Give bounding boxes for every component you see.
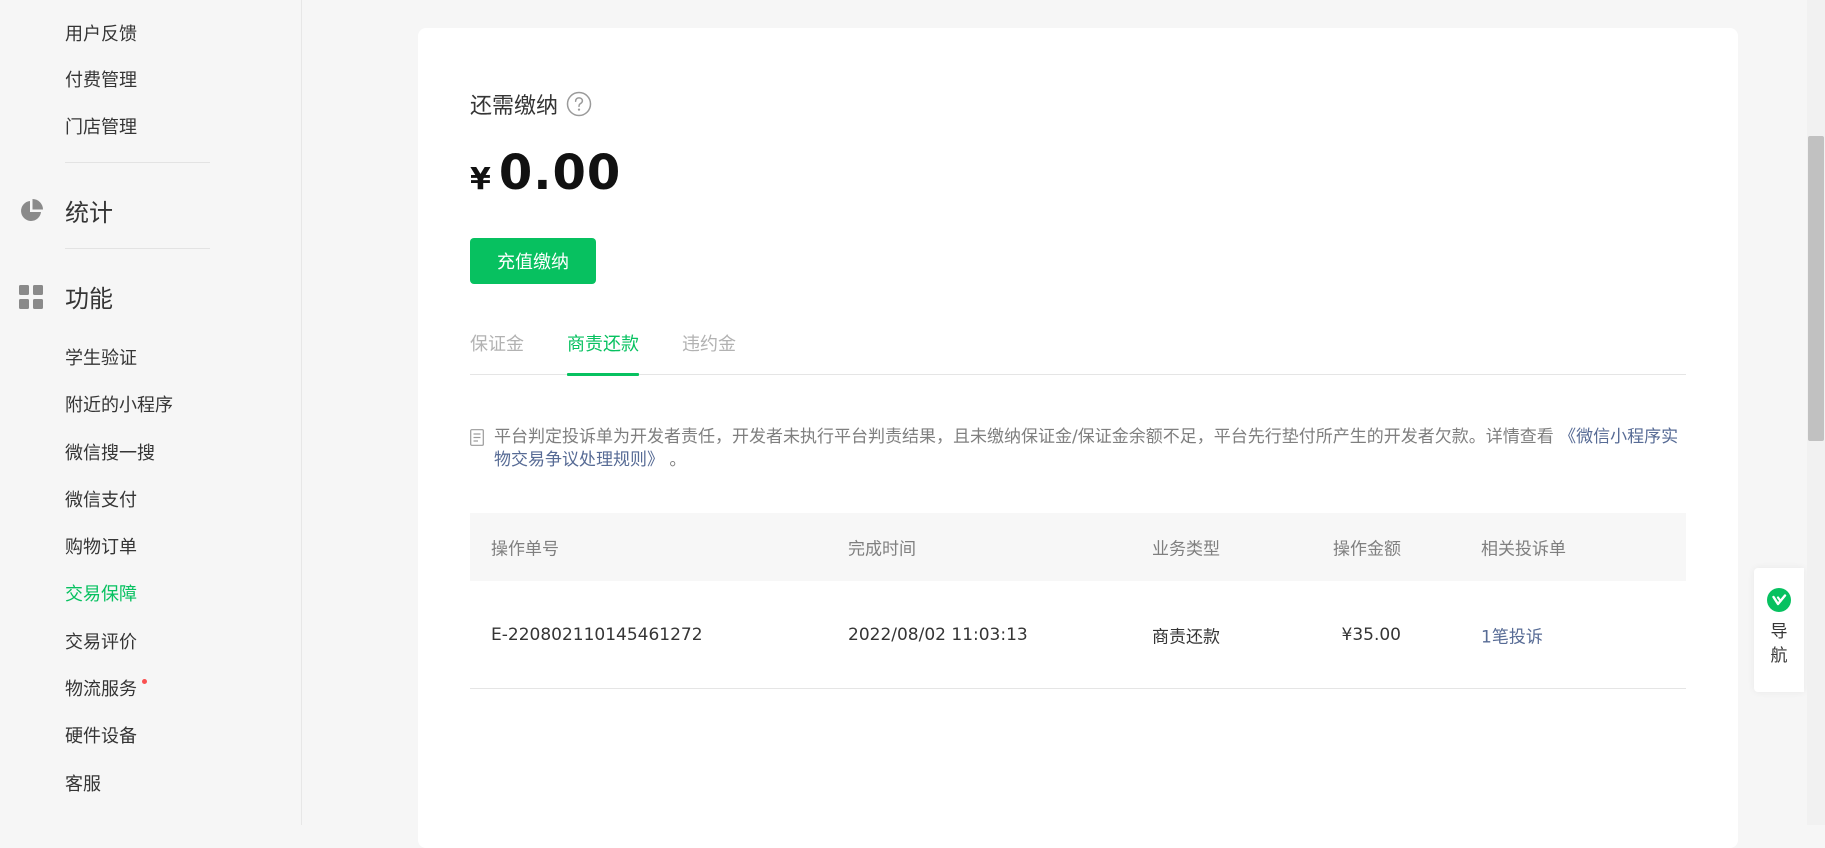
grid-icon bbox=[19, 284, 43, 309]
main-card: 还需缴纳 ¥ 0.00 充值缴纳 保证金 商责还款 违约金 平台判定投诉单为开发… bbox=[418, 28, 1738, 848]
nav-logo-icon bbox=[1767, 588, 1791, 612]
amount-due-heading: 还需缴纳 bbox=[470, 88, 592, 120]
table-header: 操作单号 完成时间 业务类型 操作金额 相关投诉单 bbox=[470, 513, 1686, 581]
notice-body: 平台判定投诉单为开发者责任，开发者未执行平台判责结果，且未缴纳保证金/保证金余额… bbox=[494, 427, 1554, 447]
sidebar: 用户反馈 付费管理 门店管理 统计 功能 学生验证 附近的小程序 微信搜一搜 微… bbox=[0, 0, 302, 825]
pie-chart-icon bbox=[21, 198, 43, 221]
tab-penalty[interactable]: 违约金 bbox=[682, 328, 736, 375]
sidebar-section-functions[interactable]: 功能 bbox=[18, 279, 113, 314]
records-table: 操作单号 完成时间 业务类型 操作金额 相关投诉单 E-220802110145… bbox=[470, 513, 1686, 689]
sidebar-divider bbox=[65, 248, 210, 249]
question-circle-icon[interactable] bbox=[566, 91, 592, 117]
sidebar-item-trade-reviews[interactable]: 交易评价 bbox=[65, 631, 137, 655]
header-order-no: 操作单号 bbox=[491, 539, 559, 560]
sidebar-section-label: 功能 bbox=[65, 285, 113, 313]
tab-bar: 保证金 商责还款 违约金 bbox=[470, 328, 1686, 376]
cell-business-type: 商责还款 bbox=[1152, 627, 1220, 647]
sidebar-item-customer-service[interactable]: 客服 bbox=[65, 773, 101, 797]
amount-number: 0.00 bbox=[498, 145, 622, 201]
currency-symbol: ¥ bbox=[470, 162, 491, 197]
notice-text: 平台判定投诉单为开发者责任，开发者未执行平台判责结果，且未缴纳保证金/保证金余额… bbox=[470, 426, 1686, 472]
sidebar-divider bbox=[65, 162, 210, 163]
cell-order-no: E-220802110145461272 bbox=[491, 624, 703, 645]
sidebar-item-label: 物流服务 bbox=[65, 679, 137, 700]
sidebar-item-student-verify[interactable]: 学生验证 bbox=[65, 347, 137, 371]
tab-merchant-repayment[interactable]: 商责还款 bbox=[567, 328, 639, 376]
sidebar-item-nearby-miniprogram[interactable]: 附近的小程序 bbox=[65, 394, 173, 418]
table-row: E-220802110145461272 2022/08/02 11:03:13… bbox=[470, 581, 1686, 689]
header-business-type: 业务类型 bbox=[1152, 539, 1220, 560]
sidebar-item-logistics[interactable]: 物流服务 bbox=[65, 678, 147, 702]
sidebar-section-label: 统计 bbox=[65, 199, 113, 227]
nav-label: 导航 bbox=[1770, 622, 1788, 666]
document-icon bbox=[470, 429, 484, 446]
sidebar-item-payment-management[interactable]: 付费管理 bbox=[65, 69, 137, 93]
header-amount: 操作金额 bbox=[1333, 539, 1401, 560]
recharge-pay-button[interactable]: 充值缴纳 bbox=[470, 238, 596, 284]
amount-due-value: ¥ 0.00 bbox=[470, 145, 621, 201]
complaint-link[interactable]: 1笔投诉 bbox=[1481, 627, 1543, 647]
header-complaints: 相关投诉单 bbox=[1481, 539, 1566, 560]
header-complete-time: 完成时间 bbox=[848, 539, 916, 560]
sidebar-section-stats[interactable]: 统计 bbox=[18, 193, 113, 228]
sidebar-item-trade-protection[interactable]: 交易保障 bbox=[65, 583, 137, 607]
cell-complete-time: 2022/08/02 11:03:13 bbox=[848, 624, 1028, 645]
sidebar-item-store-management[interactable]: 门店管理 bbox=[65, 116, 137, 140]
tab-deposit[interactable]: 保证金 bbox=[470, 328, 524, 375]
sidebar-item-wechat-search[interactable]: 微信搜一搜 bbox=[65, 442, 155, 466]
floating-nav-button[interactable]: 导航 bbox=[1754, 568, 1804, 692]
sidebar-item-feedback[interactable]: 用户反馈 bbox=[65, 23, 137, 47]
notification-dot bbox=[142, 679, 147, 684]
amount-due-label: 还需缴纳 bbox=[470, 94, 559, 119]
sidebar-item-shopping-orders[interactable]: 购物订单 bbox=[65, 536, 137, 560]
cell-amount: ¥35.00 bbox=[1341, 624, 1401, 645]
notice-end: 。 bbox=[669, 450, 687, 470]
sidebar-item-wechat-pay[interactable]: 微信支付 bbox=[65, 489, 137, 513]
cell-complaints: 1笔投诉 bbox=[1481, 622, 1543, 647]
scrollbar-thumb[interactable] bbox=[1808, 136, 1824, 441]
sidebar-item-hardware[interactable]: 硬件设备 bbox=[65, 725, 137, 749]
